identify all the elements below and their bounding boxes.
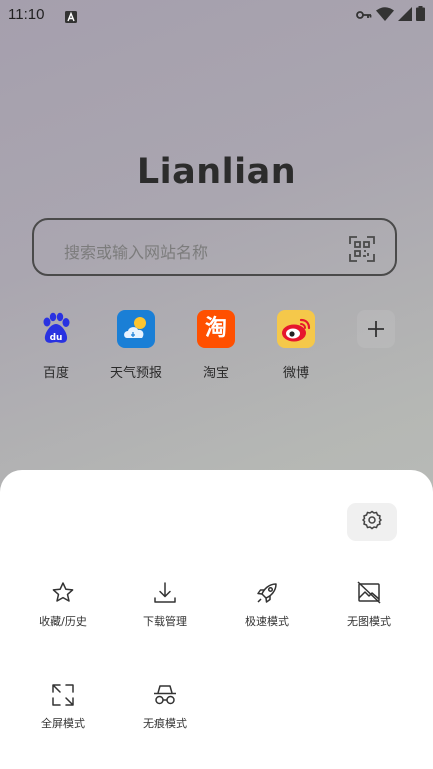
menu-downloads[interactable]: 下载管理 [115,580,215,629]
battery-icon [416,6,425,25]
taobao-glyph: 淘 [204,316,227,341]
notification-a-icon [65,8,77,27]
shortcut-label: 天气预报 [109,366,162,381]
bottom-menu-sheet: 收藏/历史 下载管理 极速模式 无图模式 全屏模式 无痕模式 [0,470,433,769]
taobao-icon: 淘 [197,310,235,348]
shortcut-add[interactable] [336,310,416,348]
settings-button[interactable] [347,503,397,541]
shortcut-label: 百度 [42,366,69,381]
shortcut-taobao[interactable]: 淘 淘宝 [176,310,256,381]
menu-fullscreen-mode[interactable]: 全屏模式 [13,682,113,731]
add-icon[interactable] [357,310,395,348]
shortcut-label: 淘宝 [202,366,229,381]
download-icon [152,580,178,606]
menu-incognito-mode[interactable]: 无痕模式 [115,682,215,731]
vpn-key-icon [356,6,372,25]
svg-text:du: du [50,333,63,343]
menu-label: 无痕模式 [143,717,187,730]
search-bar[interactable]: 搜索或输入网站名称 [32,218,397,276]
no-image-icon [356,580,382,606]
menu-speed-mode[interactable]: 极速模式 [217,580,317,629]
menu-label: 下载管理 [143,615,187,628]
status-time: 11:10 [8,6,45,23]
menu-bookmarks-history[interactable]: 收藏/历史 [13,580,113,629]
menu-label: 极速模式 [245,615,289,628]
wifi-icon [376,6,394,25]
incognito-icon [152,682,178,708]
menu-no-image-mode[interactable]: 无图模式 [319,580,419,629]
app-logo: Lianlian [136,152,297,192]
shortcut-weibo[interactable]: 微博 [256,310,336,381]
menu-label: 无图模式 [347,615,391,628]
weibo-icon [277,310,315,348]
shortcut-label: 微博 [282,366,309,381]
baidu-icon: du [37,310,75,348]
qr-scan-icon[interactable] [349,236,375,266]
status-bar: 11:10 [0,0,433,30]
menu-label: 收藏/历史 [39,615,87,628]
rocket-icon [254,580,280,606]
status-icons [356,6,425,25]
shortcut-weather[interactable]: 天气预报 [96,310,176,381]
menu-label: 全屏模式 [41,717,85,730]
search-placeholder[interactable]: 搜索或输入网站名称 [64,239,208,263]
gear-icon [361,510,383,534]
weather-icon [117,310,155,348]
fullscreen-icon [50,682,76,708]
cellular-signal-icon [398,6,412,25]
shortcut-grid: du 百度 天气预报 淘 淘宝 微博 [0,310,433,390]
star-icon [50,580,76,606]
shortcut-baidu[interactable]: du 百度 [16,310,96,381]
